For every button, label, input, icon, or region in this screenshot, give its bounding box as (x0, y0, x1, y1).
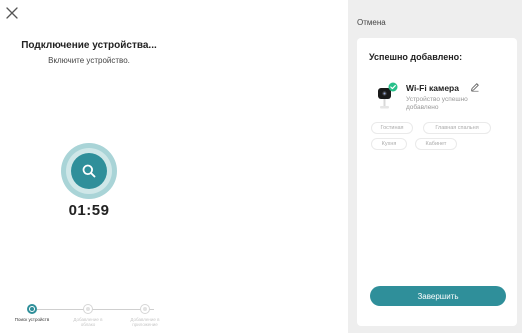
room-chip-kitchen[interactable]: Кухня (371, 138, 407, 150)
success-card: Успешно добавлено: Wi-Fi камера Устройст… (357, 38, 517, 326)
progress-steps: Поиск устройств Добавление в облако Доба… (15, 304, 168, 332)
cancel-button[interactable]: Отмена (357, 18, 386, 27)
search-icon (82, 164, 96, 178)
room-chip-living-room[interactable]: Гостиная (371, 122, 413, 134)
countdown-timer: 01:59 (68, 202, 110, 219)
search-indicator (61, 143, 117, 199)
step-cloud: Добавление в облако (68, 304, 108, 327)
step-dot (83, 304, 93, 314)
device-name: Wi-Fi камера (406, 83, 459, 93)
close-icon[interactable] (5, 6, 19, 20)
step-label: Добавление в приложение (130, 317, 160, 327)
check-icon (388, 82, 398, 92)
result-panel: Отмена Успешно добавлено: Wi-Fi камера У… (348, 0, 522, 333)
connection-panel: Подключение устройства... Включите устро… (0, 0, 348, 333)
search-circle (71, 153, 107, 189)
step-app: Добавление в приложение (125, 304, 165, 327)
camera-icon (378, 82, 398, 109)
page-title: Подключение устройства... (21, 40, 157, 51)
step-label: Поиск устройств (14, 317, 50, 322)
step-search: Поиск устройств (12, 304, 52, 322)
step-dot (140, 304, 150, 314)
step-label: Добавление в облако (73, 317, 103, 327)
page-subtitle: Включите устройство. (48, 56, 130, 65)
step-dot (27, 304, 37, 314)
device-status: Устройство успешно добавлено (406, 96, 468, 111)
edit-icon[interactable] (470, 82, 480, 92)
room-chip-master-bedroom[interactable]: Главная спальня (423, 122, 491, 134)
room-chip-study[interactable]: Кабинет (415, 138, 457, 150)
finish-button[interactable]: Завершить (370, 286, 506, 306)
card-title: Успешно добавлено: (369, 52, 463, 62)
